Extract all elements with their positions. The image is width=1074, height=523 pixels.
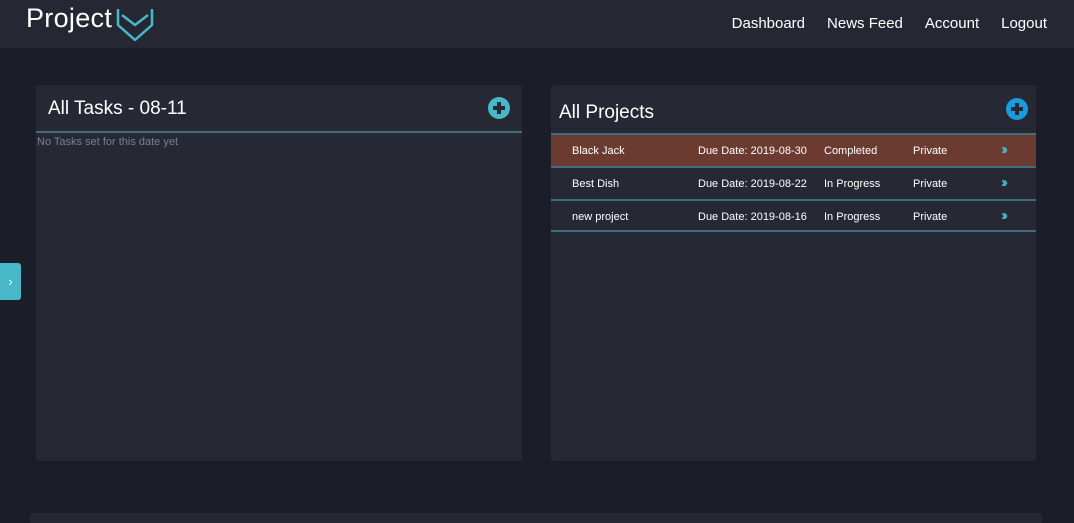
tasks-panel-title: All Tasks - 08-11 xyxy=(48,98,187,119)
project-row[interactable]: Black Jack Due Date: 2019-08-30 Complete… xyxy=(551,133,1036,166)
nav-account-link[interactable]: Account xyxy=(925,15,979,32)
double-chevron-right-icon[interactable]: ›› xyxy=(1001,174,1008,191)
nav-dashboard-link[interactable]: Dashboard xyxy=(732,15,805,32)
add-task-button[interactable] xyxy=(488,97,510,119)
projects-panel-title: All Projects xyxy=(559,102,655,123)
project-row[interactable]: Best Dish Due Date: 2019-08-22 In Progre… xyxy=(551,166,1036,199)
project-name: Best Dish xyxy=(572,178,620,190)
add-project-button[interactable] xyxy=(1006,98,1028,120)
project-row[interactable]: new project Due Date: 2019-08-16 In Prog… xyxy=(551,199,1036,232)
project-privacy: Private xyxy=(913,145,948,157)
tasks-empty-message: No Tasks set for this date yet xyxy=(37,136,179,148)
bottom-panel-edge xyxy=(30,513,1042,523)
tasks-panel: All Tasks - 08-11 No Tasks set for this … xyxy=(36,85,522,461)
project-status: In Progress xyxy=(824,211,881,223)
project-due-date: Due Date: 2019-08-22 xyxy=(698,178,807,190)
brand-name[interactable]: Project xyxy=(26,3,112,34)
shield-logo-icon xyxy=(116,9,154,42)
project-due-date: Due Date: 2019-08-16 xyxy=(698,211,807,223)
double-chevron-right-icon[interactable]: ›› xyxy=(1001,207,1008,224)
project-due-date: Due Date: 2019-08-30 xyxy=(698,145,807,157)
nav-newsfeed-link[interactable]: News Feed xyxy=(827,15,903,32)
project-privacy: Private xyxy=(913,211,948,223)
project-list: Black Jack Due Date: 2019-08-30 Complete… xyxy=(551,133,1036,232)
nav-logout-link[interactable]: Logout xyxy=(1001,15,1047,32)
project-privacy: Private xyxy=(913,178,948,190)
project-name: Black Jack xyxy=(572,145,625,157)
project-name: new project xyxy=(572,211,629,223)
project-status: Completed xyxy=(824,145,878,157)
projects-panel: All Projects Black Jack Due Date: 2019-0… xyxy=(551,85,1036,461)
top-navbar: Project Dashboard News Feed Account Logo… xyxy=(0,0,1074,48)
sidebar-toggle-button[interactable]: › xyxy=(0,263,21,300)
nav-links: Dashboard News Feed Account Logout xyxy=(732,15,1047,32)
double-chevron-right-icon[interactable]: ›› xyxy=(1001,141,1008,158)
chevron-right-icon: › xyxy=(8,274,13,289)
tasks-divider xyxy=(36,131,522,133)
project-status: In Progress xyxy=(824,178,881,190)
